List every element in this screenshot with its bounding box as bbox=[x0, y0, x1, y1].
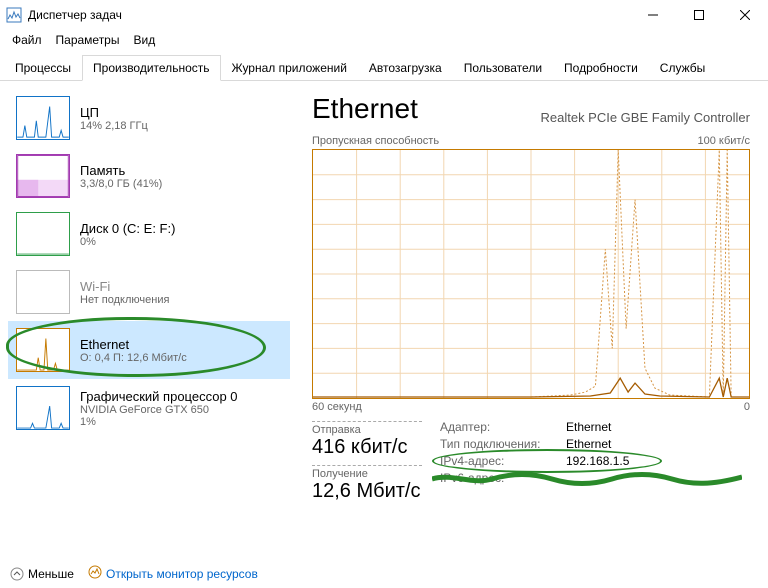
detail-pane: Ethernet Realtek PCIe GBE Family Control… bbox=[290, 81, 768, 551]
tab-apphistory[interactable]: Журнал приложений bbox=[221, 55, 358, 81]
send-value: 416 кбит/с bbox=[312, 436, 422, 459]
sidebar-item-gpu[interactable]: Графический процессор 0 NVIDIA GeForce G… bbox=[8, 379, 290, 437]
disk-thumb bbox=[16, 212, 70, 256]
ethernet-title: Ethernet bbox=[80, 337, 187, 352]
gpu-sub2: 1% bbox=[80, 416, 238, 428]
window-controls bbox=[630, 0, 768, 30]
ethernet-thumb bbox=[16, 328, 70, 372]
gpu-thumb bbox=[16, 386, 70, 430]
xaxis-right: 0 bbox=[744, 401, 750, 413]
sidebar-item-cpu[interactable]: ЦП 14% 2,18 ГГц bbox=[8, 89, 290, 147]
sidebar: ЦП 14% 2,18 ГГц Память 3,3/8,0 ГБ (41%) … bbox=[0, 81, 290, 551]
wifi-sub: Нет подключения bbox=[80, 294, 169, 306]
disk-title: Диск 0 (C: E: F:) bbox=[80, 221, 175, 236]
kv-ipv6-v bbox=[566, 470, 686, 487]
kv-contype-v: Ethernet bbox=[566, 436, 686, 453]
xaxis-left: 60 секунд bbox=[312, 401, 362, 413]
cpu-sub: 14% 2,18 ГГц bbox=[80, 120, 148, 132]
memory-title: Память bbox=[80, 163, 162, 178]
throughput-chart bbox=[312, 149, 750, 399]
send-label: Отправка bbox=[312, 421, 422, 436]
maximize-button[interactable] bbox=[676, 0, 722, 30]
sidebar-item-wifi[interactable]: Wi-Fi Нет подключения bbox=[8, 263, 290, 321]
cpu-thumb bbox=[16, 96, 70, 140]
page-title: Ethernet bbox=[312, 93, 418, 125]
sidebar-item-disk[interactable]: Диск 0 (C: E: F:) 0% bbox=[8, 205, 290, 263]
tab-startup[interactable]: Автозагрузка bbox=[358, 55, 453, 81]
app-icon bbox=[6, 7, 22, 23]
open-resmon-label: Открыть монитор ресурсов bbox=[106, 567, 258, 581]
disk-sub: 0% bbox=[80, 236, 175, 248]
kv-adapter-k: Адаптер: bbox=[440, 419, 560, 436]
memory-thumb bbox=[16, 154, 70, 198]
recv-label: Получение bbox=[312, 465, 422, 480]
cpu-title: ЦП bbox=[80, 105, 148, 120]
sidebar-item-ethernet[interactable]: Ethernet О: 0,4 П: 12,6 Мбит/с bbox=[8, 321, 290, 379]
window-title: Диспетчер задач bbox=[28, 8, 630, 22]
open-resmon-link[interactable]: Открыть монитор ресурсов bbox=[88, 565, 258, 582]
resmon-icon bbox=[88, 565, 102, 582]
chevron-up-icon bbox=[10, 567, 24, 581]
memory-sub: 3,3/8,0 ГБ (41%) bbox=[80, 178, 162, 190]
ethernet-sub: О: 0,4 П: 12,6 Мбит/с bbox=[80, 352, 187, 364]
kv-contype-k: Тип подключения: bbox=[440, 436, 560, 453]
gpu-sub: NVIDIA GeForce GTX 650 bbox=[80, 404, 238, 416]
tab-users[interactable]: Пользователи bbox=[453, 55, 553, 81]
chart-label-left: Пропускная способность bbox=[312, 135, 439, 147]
menu-view[interactable]: Вид bbox=[127, 31, 161, 49]
chart-label-right: 100 кбит/с bbox=[697, 135, 750, 147]
wifi-thumb bbox=[16, 270, 70, 314]
tab-details[interactable]: Подробности bbox=[553, 55, 649, 81]
tab-performance[interactable]: Производительность bbox=[82, 55, 220, 81]
tab-processes[interactable]: Процессы bbox=[4, 55, 82, 81]
footer: Меньше Открыть монитор ресурсов bbox=[10, 565, 258, 582]
wifi-title: Wi-Fi bbox=[80, 279, 169, 294]
adapter-name: Realtek PCIe GBE Family Controller bbox=[540, 110, 750, 125]
menu-options[interactable]: Параметры bbox=[50, 31, 126, 49]
gpu-title: Графический процессор 0 bbox=[80, 389, 238, 404]
fewer-details-label: Меньше bbox=[28, 567, 74, 581]
minimize-button[interactable] bbox=[630, 0, 676, 30]
recv-value: 12,6 Мбит/с bbox=[312, 480, 422, 503]
titlebar: Диспетчер задач bbox=[0, 0, 768, 30]
tab-services[interactable]: Службы bbox=[649, 55, 716, 81]
kv-ipv4-v: 192.168.1.5 bbox=[566, 453, 686, 470]
kv-ipv6-k: IPv6-адрес: bbox=[440, 470, 560, 487]
menu-file[interactable]: Файл bbox=[6, 31, 48, 49]
tabstrip: Процессы Производительность Журнал прило… bbox=[0, 54, 768, 81]
kv-adapter-v: Ethernet bbox=[566, 419, 686, 436]
close-button[interactable] bbox=[722, 0, 768, 30]
menubar: Файл Параметры Вид bbox=[0, 30, 768, 50]
fewer-details-button[interactable]: Меньше bbox=[10, 567, 74, 581]
sidebar-item-memory[interactable]: Память 3,3/8,0 ГБ (41%) bbox=[8, 147, 290, 205]
kv-ipv4-k: IPv4-адрес: bbox=[440, 453, 560, 470]
